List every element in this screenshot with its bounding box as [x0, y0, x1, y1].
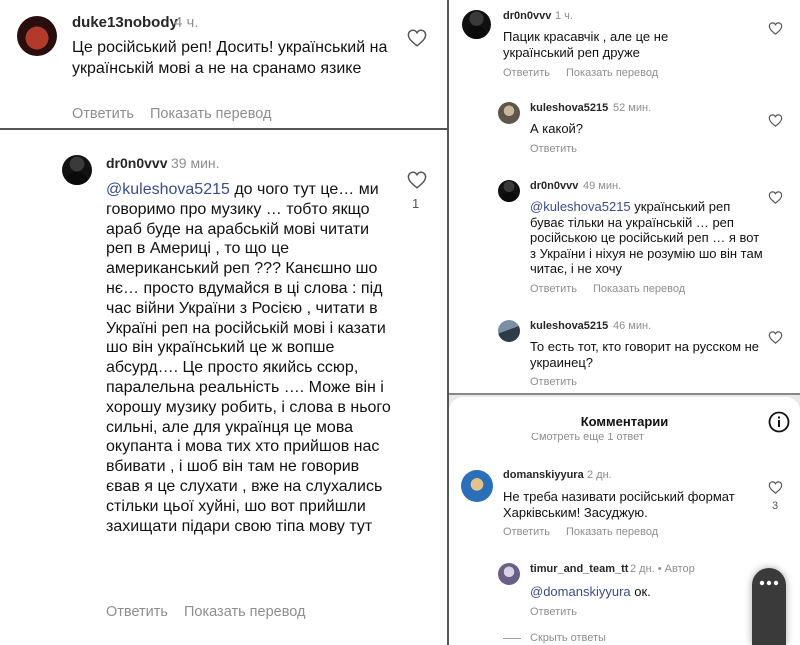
info-icon[interactable]: [768, 411, 790, 433]
comment-body: ок.: [630, 584, 651, 599]
show-translation-button[interactable]: Показать перевод: [566, 526, 658, 538]
floating-menu-button[interactable]: [752, 568, 786, 645]
reply-button[interactable]: Ответить: [503, 67, 550, 79]
heart-icon[interactable]: [407, 29, 427, 47]
comment-body: до чого тут це… ми говоримо про музику ……: [106, 181, 391, 535]
comment-time: 4 ч.: [174, 14, 199, 31]
comment-text: Пацик красавчік , але це не український …: [503, 29, 669, 60]
avatar-timur-and-team-tt[interactable]: [498, 563, 520, 585]
comment-username[interactable]: dr0n0vvv: [106, 155, 167, 171]
comment-time: 49 мин.: [583, 180, 622, 192]
comment-username[interactable]: kuleshova5215: [530, 320, 608, 332]
more-icon: [759, 580, 779, 586]
comment-time: 39 мин.: [171, 155, 220, 171]
comment-time: 46 мин.: [613, 320, 652, 332]
avatar-kuleshova5215[interactable]: [498, 102, 520, 124]
reply-button[interactable]: Ответить: [503, 526, 550, 538]
avatar-kuleshova5215[interactable]: [498, 320, 520, 342]
comment-time: 2 дн.: [587, 469, 612, 481]
heart-icon[interactable]: [768, 481, 783, 494]
reply-button[interactable]: Ответить: [106, 604, 168, 620]
comment-text: А какой?: [530, 121, 584, 136]
avatar-dr0n0vvv[interactable]: [62, 155, 92, 185]
see-more-wrapper: Смотреть еще 1 ответ: [449, 433, 800, 444]
see-more-replies-link[interactable]: Смотреть еще 1 ответ: [531, 433, 644, 443]
sheet-title: Комментарии: [580, 414, 669, 429]
comment-text: Не треба називати російський формат Харк…: [503, 489, 735, 520]
heart-icon[interactable]: [407, 171, 427, 189]
panel-divider-left: [0, 128, 447, 130]
reply-button[interactable]: Ответить: [530, 376, 577, 388]
heart-icon[interactable]: [768, 22, 783, 35]
like-count: 1: [412, 196, 420, 211]
avatar-duke13nobody[interactable]: [17, 16, 57, 56]
hide-replies-link[interactable]: Скрыть ответы: [530, 632, 606, 644]
comment-text: @domanskiyyura ок.: [530, 584, 651, 599]
comment-username[interactable]: duke13nobody: [72, 14, 178, 31]
reply-button[interactable]: Ответить: [530, 283, 577, 295]
avatar-dr0n0vvv[interactable]: [462, 10, 491, 39]
comment-time: 1 ч.: [555, 10, 573, 22]
comment-text: То есть тот, кто говорит на русском не у…: [530, 339, 760, 370]
show-translation-button[interactable]: Показать перевод: [150, 106, 271, 122]
show-translation-button[interactable]: Показать перевод: [593, 283, 685, 295]
avatar-domanskiyyura[interactable]: [461, 470, 493, 502]
comment-text: Це російський реп! Досить! український н…: [72, 39, 388, 77]
show-translation-button[interactable]: Показать перевод: [184, 604, 305, 620]
comment-time: 2 дн. • Автор: [630, 563, 695, 575]
avatar-dr0n0vvv[interactable]: [498, 180, 520, 202]
comment-text: @kuleshova5215 український реп буває тіл…: [530, 199, 765, 277]
comment-username[interactable]: timur_and_team_tt: [530, 563, 628, 575]
reply-button[interactable]: Ответить: [530, 606, 577, 618]
reply-button[interactable]: Ответить: [530, 143, 577, 155]
comment-username[interactable]: domanskiyyura: [503, 469, 584, 481]
heart-icon[interactable]: [768, 191, 783, 204]
comment-username[interactable]: kuleshova5215: [530, 102, 608, 114]
hide-replies-line: [503, 638, 521, 639]
comment-username[interactable]: dr0n0vvv: [530, 180, 578, 192]
mention-link[interactable]: @kuleshova5215: [530, 199, 631, 214]
like-count: 3: [772, 500, 779, 512]
show-translation-button[interactable]: Показать перевод: [566, 67, 658, 79]
comment-username[interactable]: dr0n0vvv: [503, 10, 551, 22]
comment-time: 52 мин.: [613, 102, 652, 114]
heart-icon[interactable]: [768, 331, 783, 344]
mention-link[interactable]: @kuleshova5215: [106, 181, 230, 198]
reply-button[interactable]: Ответить: [72, 106, 134, 122]
mention-link[interactable]: @domanskiyyura: [530, 584, 631, 599]
comment-text: @kuleshova5215 до чого тут це… ми говори…: [106, 180, 394, 536]
heart-icon[interactable]: [768, 114, 783, 127]
